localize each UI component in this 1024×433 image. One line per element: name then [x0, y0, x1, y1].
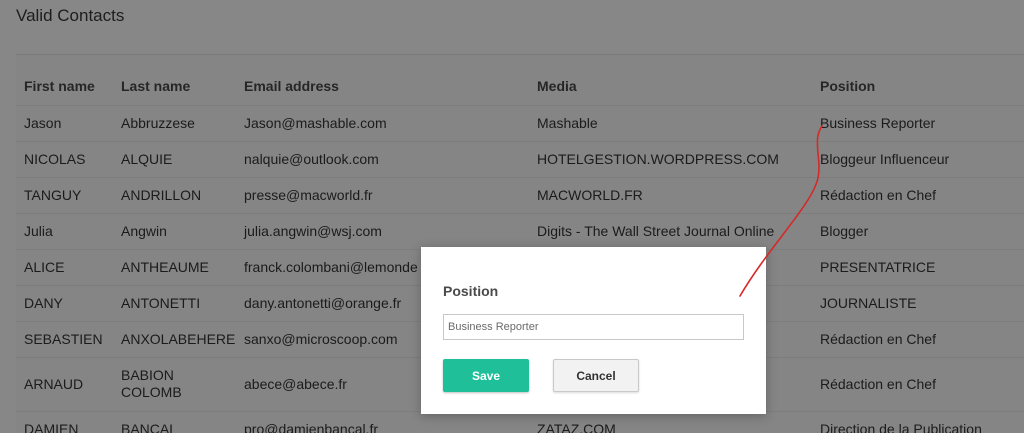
cell-last-name: Abbruzzese — [113, 104, 236, 141]
position-label: Position — [443, 283, 499, 299]
column-header-email[interactable]: Email address — [236, 55, 529, 105]
cell-first-name: ARNAUD — [16, 356, 113, 411]
cell-first-name: NICOLAS — [16, 140, 113, 177]
cell-last-name: ANXOLABEHERE — [113, 320, 236, 357]
cell-email: pro@damienbancal.fr — [236, 410, 529, 433]
cell-first-name: DAMIEN — [16, 410, 113, 433]
cell-email: Jason@mashable.com — [236, 104, 529, 141]
cancel-button[interactable]: Cancel — [553, 359, 639, 392]
cell-last-name: Angwin — [113, 212, 236, 249]
cell-media: HOTELGESTION.WORDPRESS.COM — [529, 140, 812, 177]
cell-position[interactable]: Business Reporter — [812, 104, 1024, 141]
cell-media: MACWORLD.FR — [529, 176, 812, 213]
cell-last-name: BABION COLOMB — [113, 356, 236, 411]
cell-media: ZATAZ.COM — [529, 410, 812, 433]
save-button[interactable]: Save — [443, 359, 529, 392]
cell-media: Digits - The Wall Street Journal Online — [529, 212, 812, 249]
position-input[interactable] — [443, 314, 744, 340]
cell-last-name: BANCAL — [113, 410, 236, 433]
column-header-last-name[interactable]: Last name — [113, 55, 236, 105]
cell-position[interactable]: Blogger — [812, 212, 1024, 249]
cell-position[interactable]: Rédaction en Chef — [812, 356, 1024, 411]
column-header-first-name[interactable]: First name — [16, 55, 113, 105]
cell-first-name: TANGUY — [16, 176, 113, 213]
cell-last-name: ANTONETTI — [113, 284, 236, 321]
cell-last-name: ANTHEAUME — [113, 248, 236, 285]
cell-position[interactable]: Bloggeur Influenceur — [812, 140, 1024, 177]
cell-position[interactable]: JOURNALISTE — [812, 284, 1024, 321]
cell-first-name: SEBASTIEN — [16, 320, 113, 357]
table-row[interactable]: Jason Abbruzzese Jason@mashable.com Mash… — [16, 104, 1024, 141]
cell-first-name: ALICE — [16, 248, 113, 285]
cell-first-name: Jason — [16, 104, 113, 141]
column-header-position[interactable]: Position — [812, 55, 1024, 105]
page-title: Valid Contacts — [16, 6, 125, 25]
cell-first-name: DANY — [16, 284, 113, 321]
cell-email: julia.angwin@wsj.com — [236, 212, 529, 249]
cell-media: Mashable — [529, 104, 812, 141]
cell-last-name: ALQUIE — [113, 140, 236, 177]
cell-email: presse@macworld.fr — [236, 176, 529, 213]
cell-position[interactable]: PRESENTATRICE — [812, 248, 1024, 285]
cell-first-name: Julia — [16, 212, 113, 249]
cell-position[interactable]: Direction de la Publication — [812, 410, 1024, 433]
cell-position[interactable]: Rédaction en Chef — [812, 320, 1024, 357]
table-row[interactable]: DAMIEN BANCAL pro@damienbancal.fr ZATAZ.… — [16, 410, 1024, 433]
cell-last-name: ANDRILLON — [113, 176, 236, 213]
cell-position[interactable]: Rédaction en Chef — [812, 176, 1024, 213]
cell-email: nalquie@outlook.com — [236, 140, 529, 177]
table-header-row: First name Last name Email address Media… — [16, 55, 1024, 105]
table-row[interactable]: NICOLAS ALQUIE nalquie@outlook.com HOTEL… — [16, 140, 1024, 177]
position-edit-dialog: Position Save Cancel — [421, 247, 766, 414]
table-row[interactable]: TANGUY ANDRILLON presse@macworld.fr MACW… — [16, 176, 1024, 213]
table-row[interactable]: Julia Angwin julia.angwin@wsj.com Digits… — [16, 212, 1024, 249]
column-header-media[interactable]: Media — [529, 55, 812, 105]
